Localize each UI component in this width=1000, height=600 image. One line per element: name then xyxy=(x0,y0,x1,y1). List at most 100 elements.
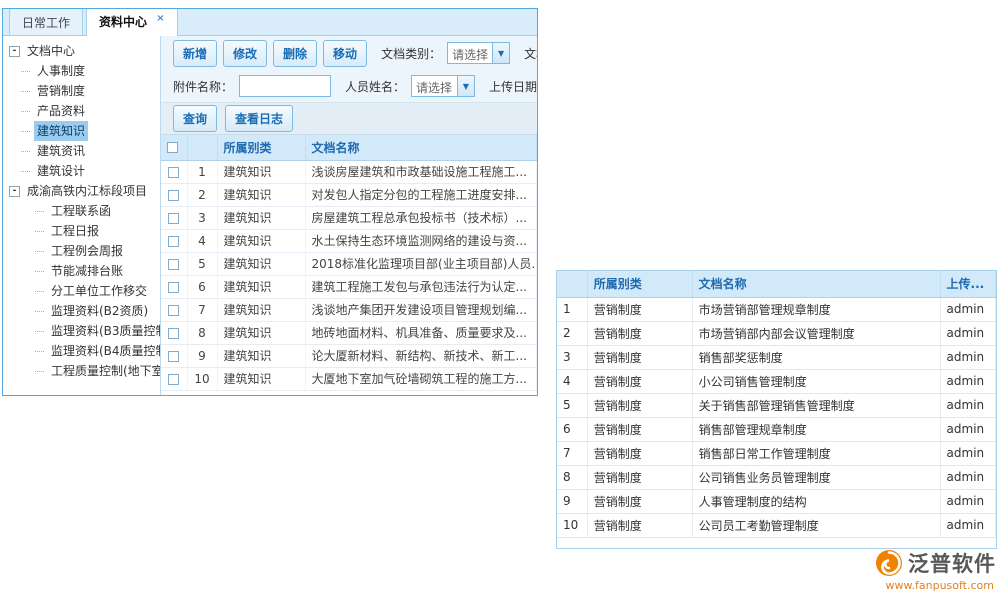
column-header-seq xyxy=(557,271,587,297)
tree-item-building-design[interactable]: 建筑设计 xyxy=(9,161,160,181)
table-row[interactable]: 10建筑知识大厦地下室加气砼墙砌筑工程的施工方... xyxy=(161,367,537,390)
person-label: 人员姓名： xyxy=(345,78,405,95)
table-row[interactable]: 9营销制度人事管理制度的结构admin xyxy=(557,489,996,513)
row-checkbox[interactable] xyxy=(168,328,179,339)
tree-item-supervision-b4[interactable]: 监理资料(B4质量控制) xyxy=(9,341,160,361)
tree-node-project[interactable]: - 成渝高铁内江标段项目 xyxy=(9,181,160,201)
tree-item-supervision-b3[interactable]: 监理资料(B3质量控制) xyxy=(9,321,160,341)
tree-item-quality-basement[interactable]: 工程质量控制(地下室) xyxy=(9,361,160,381)
move-button[interactable]: 移动 xyxy=(323,40,367,67)
table-row[interactable]: 5营销制度关于销售部管理销售管理制度admin xyxy=(557,393,996,417)
tree-connector xyxy=(21,111,30,112)
brand-name: 泛普软件 xyxy=(908,548,996,578)
window-body: - 文档中心 人事制度 营销制度 产品资料 建筑知识 建筑资讯 建筑设计 - 成… xyxy=(3,36,537,395)
table-row[interactable]: 4建筑知识水土保持生态环境监测网络的建设与资... xyxy=(161,229,537,252)
tab-bar: 日常工作 资料中心 × xyxy=(3,9,537,36)
tree-item-daily-report[interactable]: 工程日报 xyxy=(9,221,160,241)
column-header-category: 所属别类 xyxy=(217,135,305,160)
column-header-name: 文档名称 xyxy=(692,271,940,297)
tree-connector xyxy=(21,151,30,152)
chevron-down-icon: ▼ xyxy=(492,43,509,63)
row-checkbox[interactable] xyxy=(168,374,179,385)
table-row[interactable]: 3建筑知识房屋建筑工程总承包投标书（技术标）... xyxy=(161,206,537,229)
tree-item-marketing-rules[interactable]: 营销制度 xyxy=(9,81,160,101)
tree-item-supervision-b2[interactable]: 监理资料(B2资质) xyxy=(9,301,160,321)
column-header-category: 所属别类 xyxy=(587,271,692,297)
attachment-input[interactable] xyxy=(239,75,331,97)
table-row[interactable]: 7营销制度销售部日常工作管理制度admin xyxy=(557,441,996,465)
tree-item-hr-rules[interactable]: 人事制度 xyxy=(9,61,160,81)
document-content-area: 新增 修改 删除 移动 文档类别： 请选择 ▼ 文档 附件名称： 人员姓名： 请… xyxy=(161,36,537,395)
row-checkbox[interactable] xyxy=(168,236,179,247)
table-row[interactable]: 8建筑知识地砖地面材料、机具准备、质量要求及... xyxy=(161,321,537,344)
tree-item-building-news[interactable]: 建筑资讯 xyxy=(9,141,160,161)
table-row[interactable]: 1建筑知识浅谈房屋建筑和市政基础设施工程施工... xyxy=(161,160,537,183)
collapse-icon[interactable]: - xyxy=(9,46,20,57)
tab-label: 日常工作 xyxy=(22,16,70,30)
modify-button[interactable]: 修改 xyxy=(223,40,267,67)
brand-url: www.fanpusoft.com xyxy=(875,579,996,592)
delete-button[interactable]: 删除 xyxy=(273,40,317,67)
tree-item-project-letters[interactable]: 工程联系函 xyxy=(9,201,160,221)
upload-date-label: 上传日期 xyxy=(489,78,537,95)
person-select-value: 请选择 xyxy=(412,76,457,96)
table-row[interactable]: 6建筑知识建筑工程施工发包与承包违法行为认定... xyxy=(161,275,537,298)
table-row[interactable]: 6营销制度销售部管理规章制度admin xyxy=(557,417,996,441)
tab-daily-work[interactable]: 日常工作 xyxy=(9,8,83,35)
tab-resource-center[interactable]: 资料中心 × xyxy=(86,8,178,36)
document-tree: - 文档中心 人事制度 营销制度 产品资料 建筑知识 建筑资讯 建筑设计 - 成… xyxy=(3,36,161,395)
tree-connector xyxy=(35,231,44,232)
tree-connector xyxy=(21,131,30,132)
close-icon[interactable]: × xyxy=(156,13,164,24)
tree-connector xyxy=(21,171,30,172)
table-row[interactable]: 5建筑知识2018标准化监理项目部(业主项目部)人员... xyxy=(161,252,537,275)
row-checkbox[interactable] xyxy=(168,259,179,270)
tree-connector xyxy=(35,311,44,312)
document-table-wrap: 所属别类 文档名称 1建筑知识浅谈房屋建筑和市政基础设施工程施工... 2建筑知… xyxy=(161,135,537,395)
table-row[interactable]: 7建筑知识浅谈地产集团开发建设项目管理规划编... xyxy=(161,298,537,321)
tree-item-work-transfer[interactable]: 分工单位工作移交 xyxy=(9,281,160,301)
collapse-icon[interactable]: - xyxy=(9,186,20,197)
query-button[interactable]: 查询 xyxy=(173,105,217,132)
select-all-checkbox[interactable] xyxy=(167,142,178,153)
tree-item-product-docs[interactable]: 产品资料 xyxy=(9,101,160,121)
category-select[interactable]: 请选择 ▼ xyxy=(447,42,510,64)
marketing-table: 所属别类 文档名称 上传... 1营销制度市场营销部管理规章制度admin 2营… xyxy=(557,271,996,538)
tree-item-energy-ledger[interactable]: 节能减排台账 xyxy=(9,261,160,281)
header-row: 所属别类 文档名称 上传... xyxy=(557,271,996,297)
table-row[interactable]: 8营销制度公司销售业务员管理制度admin xyxy=(557,465,996,489)
document-table: 所属别类 文档名称 1建筑知识浅谈房屋建筑和市政基础设施工程施工... 2建筑知… xyxy=(161,135,537,391)
row-checkbox[interactable] xyxy=(168,190,179,201)
tree-connector xyxy=(21,91,30,92)
tree-connector xyxy=(35,331,44,332)
fanpu-logo-icon xyxy=(875,549,903,577)
add-button[interactable]: 新增 xyxy=(173,40,217,67)
row-checkbox[interactable] xyxy=(168,351,179,362)
row-checkbox[interactable] xyxy=(168,282,179,293)
table-row[interactable]: 2建筑知识对发包人指定分包的工程施工进度安排... xyxy=(161,183,537,206)
row-checkbox[interactable] xyxy=(168,167,179,178)
row-checkbox[interactable] xyxy=(168,213,179,224)
table-row[interactable]: 3营销制度销售部奖惩制度admin xyxy=(557,345,996,369)
table-row[interactable]: 1营销制度市场营销部管理规章制度admin xyxy=(557,297,996,321)
tree-item-building-knowledge[interactable]: 建筑知识 xyxy=(9,121,160,141)
tree-node-doc-center[interactable]: - 文档中心 xyxy=(9,41,160,61)
row-checkbox[interactable] xyxy=(168,305,179,316)
tree-item-weekly-meeting[interactable]: 工程例会周报 xyxy=(9,241,160,261)
table-row[interactable]: 9建筑知识论大厦新材料、新结构、新技术、新工... xyxy=(161,344,537,367)
view-log-button[interactable]: 查看日志 xyxy=(225,105,293,132)
column-header-uploader: 上传... xyxy=(940,271,995,297)
resource-center-window: 日常工作 资料中心 × - 文档中心 人事制度 营销制度 产品资料 建筑知识 建… xyxy=(2,8,538,396)
tree-connector xyxy=(35,371,44,372)
toolbar-query: 查询 查看日志 xyxy=(161,102,537,135)
table-row[interactable]: 10营销制度公司员工考勤管理制度admin xyxy=(557,513,996,537)
person-select[interactable]: 请选择 ▼ xyxy=(411,75,475,97)
table-row[interactable]: 2营销制度市场营销部内部会议管理制度admin xyxy=(557,321,996,345)
column-header-seq xyxy=(187,135,217,160)
tree-label: 成渝高铁内江标段项目 xyxy=(24,181,150,201)
tree-connector xyxy=(35,351,44,352)
table-row[interactable]: 4营销制度小公司销售管理制度admin xyxy=(557,369,996,393)
tree-label: 文档中心 xyxy=(24,41,78,61)
category-label: 文档类别： xyxy=(381,45,441,62)
marketing-docs-panel: 所属别类 文档名称 上传... 1营销制度市场营销部管理规章制度admin 2营… xyxy=(556,270,997,549)
